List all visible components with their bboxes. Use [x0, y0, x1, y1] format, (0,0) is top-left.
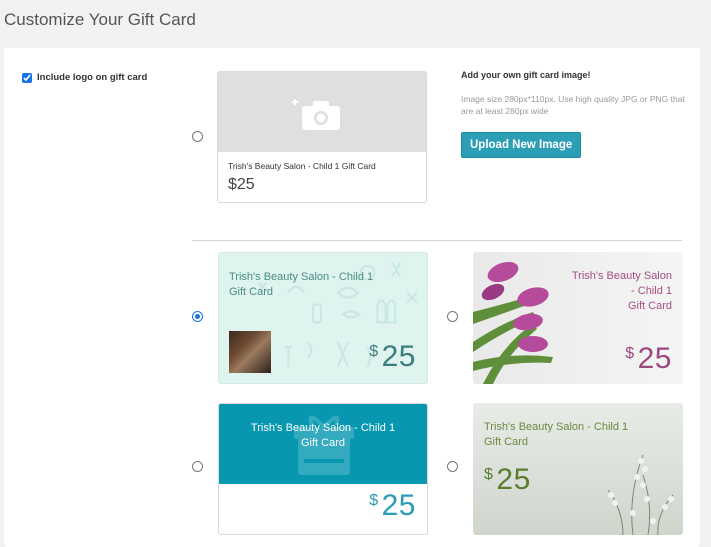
- add-photo-icon: [292, 99, 340, 130]
- template-radio-tulips[interactable]: [447, 311, 458, 322]
- template-title-line2: - Child 1: [631, 285, 672, 297]
- currency-symbol: $: [369, 343, 379, 360]
- template-card-tulips[interactable]: Trish's Beauty Salon - Child 1 Gift Card…: [473, 252, 683, 384]
- template-price: $25: [625, 342, 672, 376]
- price-amount: 25: [496, 463, 531, 496]
- template-card-heather[interactable]: Trish's Beauty Salon - Child 1 Gift Card…: [473, 403, 683, 535]
- template-title-line1: Trish's Beauty Salon - Child 1: [229, 271, 374, 283]
- include-logo-checkbox[interactable]: [22, 72, 32, 83]
- price-amount: 25: [637, 342, 672, 375]
- template-card-teal-gift[interactable]: Trish's Beauty Salon - Child 1 Gift Card…: [218, 403, 428, 535]
- custom-image-placeholder: [218, 72, 426, 152]
- currency-symbol: $: [484, 466, 494, 483]
- template-title-line2: Gift Card: [484, 436, 529, 448]
- custom-card-radio[interactable]: [192, 131, 203, 142]
- template-title-line3: Gift Card: [627, 300, 672, 312]
- include-logo-label: Include logo on gift card: [37, 72, 148, 83]
- template-title: Trish's Beauty Salon - Child 1 Gift Card: [219, 421, 427, 451]
- template-title: Trish's Beauty Salon - Child 1 Gift Card: [484, 420, 628, 450]
- template-title-line1: Trish's Beauty Salon - Child 1: [250, 422, 396, 434]
- template-title-line2: Gift Card: [229, 286, 274, 298]
- upload-title: Add your own gift card image!: [461, 70, 591, 80]
- custom-card-name: Trish's Beauty Salon - Child 1 Gift Card: [228, 161, 376, 171]
- template-price: $25: [369, 489, 416, 523]
- custom-card-price: $25: [228, 176, 255, 193]
- salon-logo-thumbnail: [229, 331, 271, 373]
- template-price: $25: [369, 340, 416, 374]
- template-card-salon-pattern[interactable]: Trish's Beauty Salon - Child 1 Gift Card…: [218, 252, 428, 384]
- template-price: $25: [484, 463, 531, 497]
- currency-symbol: $: [369, 492, 379, 509]
- upload-help-text: Image size 280px*110px. Use high quality…: [461, 94, 685, 116]
- template-title-line2: Gift Card: [300, 437, 345, 449]
- price-amount: 25: [381, 340, 416, 373]
- template-title-line1: Trish's Beauty Salon: [571, 270, 672, 282]
- upload-new-image-button[interactable]: Upload New Image: [461, 132, 582, 158]
- custom-card-preview[interactable]: Trish's Beauty Salon - Child 1 Gift Card…: [217, 71, 427, 203]
- template-title-line1: Trish's Beauty Salon - Child 1: [484, 421, 629, 433]
- price-amount: 25: [381, 489, 416, 522]
- template-title: Trish's Beauty Salon - Child 1 Gift Card: [229, 270, 373, 300]
- template-radio-salon-pattern[interactable]: [192, 311, 203, 322]
- include-logo-option[interactable]: Include logo on gift card: [22, 72, 147, 83]
- upload-info: Add your own gift card image! Image size…: [461, 70, 691, 158]
- template-radio-heather[interactable]: [447, 461, 458, 472]
- template-title: Trish's Beauty Salon - Child 1 Gift Card: [572, 269, 672, 314]
- currency-symbol: $: [625, 345, 635, 362]
- gift-card-customizer-panel: Include logo on gift card Trish's Beauty…: [4, 48, 700, 547]
- template-radio-teal-gift[interactable]: [192, 461, 203, 472]
- tulips-image: [473, 261, 553, 384]
- section-divider: [192, 240, 682, 241]
- page-title: Customize Your Gift Card: [4, 10, 196, 29]
